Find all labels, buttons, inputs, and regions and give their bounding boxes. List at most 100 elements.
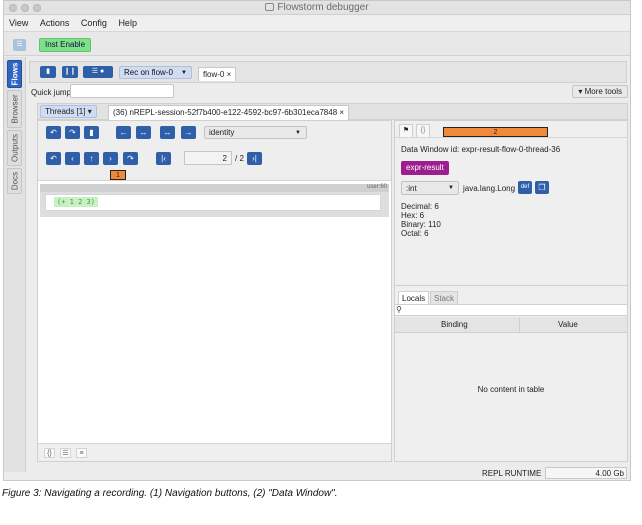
chevron-down-icon: ▼ — [448, 185, 454, 191]
quick-jump-input[interactable] — [70, 84, 174, 98]
step-next-button[interactable]: › — [103, 152, 118, 165]
tab-flows-label: Flows — [10, 62, 19, 86]
redo-nav-button[interactable]: ↷ — [65, 126, 80, 139]
expr-code[interactable]: (+ 1 2 3) — [54, 197, 98, 207]
window-title: Flowstorm debugger — [4, 2, 630, 13]
data-window-pane: ⚑ {} 2 Data Window id: expr-result-flow-… — [394, 120, 628, 462]
runtime-label: RUNTIME — [504, 469, 542, 478]
first-step-button[interactable]: |‹ — [156, 152, 171, 165]
code-form: (+ 1 2 3) — [45, 194, 381, 211]
threads-bar: Threads [1] ▾ (36) nREPL-session-52f7b40… — [37, 103, 628, 120]
rec-flow-label: Rec on flow-0 — [124, 68, 173, 77]
flag-icon[interactable]: ⚑ — [399, 124, 413, 137]
step-index-input[interactable]: 2 — [184, 151, 232, 165]
quick-jump-label: Quick jump: — [31, 88, 74, 97]
tab-docs-label: Docs — [10, 171, 19, 191]
repl-status: REPL RUNTIME — [482, 469, 541, 478]
code-view-switcher: {} ☰ ≡ — [38, 443, 391, 461]
same-fn-call-button[interactable]: ↔ — [136, 126, 151, 139]
locals-search-input[interactable]: ⚲ — [395, 304, 627, 316]
tab-flows[interactable]: Flows — [7, 60, 22, 88]
data-window-tabs: ⚑ {} 2 — [395, 121, 627, 138]
column-divider — [519, 317, 520, 333]
last-step-button[interactable]: ›| — [247, 152, 262, 165]
decimal-value: Decimal: 6 — [401, 202, 439, 211]
rec-flow-select[interactable]: Rec on flow-0 ▼ — [119, 66, 192, 79]
record-settings-button[interactable]: ☰ ● — [83, 66, 113, 78]
step-prev-button[interactable]: ‹ — [65, 152, 80, 165]
figure-caption: Figure 3: Navigating a recording. (1) Na… — [2, 488, 338, 499]
memory-usage: 4.00 Gb — [545, 467, 627, 479]
fn-select[interactable]: identity ▼ — [204, 126, 307, 139]
empty-table-message: No content in table — [477, 385, 545, 394]
left-vertical-tabs: Flows Browser Outputs Docs — [4, 57, 26, 472]
code-view-icon[interactable]: {} — [44, 448, 55, 458]
step-back-out-button[interactable]: ↶ — [46, 152, 61, 165]
def-button[interactable]: def — [518, 181, 532, 194]
menu-bar: View Actions Config Help — [4, 15, 630, 32]
step-forward-out-button[interactable]: ↷ — [123, 152, 138, 165]
inst-enable-button[interactable]: Inst Enable — [39, 38, 92, 52]
threads-menu-button[interactable]: Threads [1] ▾ — [40, 105, 97, 118]
locals-panel: Locals Stack ⚲ Binding Value No content … — [395, 285, 627, 461]
menu-view[interactable]: View — [4, 15, 32, 28]
step-out-button[interactable]: ↑ — [84, 152, 99, 165]
octal-value: Octal: 6 — [401, 229, 429, 238]
tab-browser[interactable]: Browser — [7, 90, 22, 128]
hex-value: Hex: 6 — [401, 211, 425, 220]
prev-fn-call-button[interactable]: ← — [116, 126, 131, 139]
callout-1: 1 — [110, 170, 126, 180]
tab-docs[interactable]: Docs — [7, 168, 22, 194]
undo-nav-button[interactable]: ↶ — [46, 126, 61, 139]
more-tools-button[interactable]: ▾ More tools — [572, 85, 628, 98]
code-pane: ↶ ↷ ▮ ← ↔ ↔ → identity ▼ ↶ ‹ ↑ › ↷ |‹ 2 /… — [37, 120, 392, 462]
menu-actions[interactable]: Actions — [35, 15, 74, 28]
col-value[interactable]: Value — [558, 320, 578, 329]
callout-2: 2 — [443, 127, 548, 137]
title-bar: Flowstorm debugger — [4, 1, 630, 15]
binary-value: Binary: 110 — [401, 220, 441, 229]
tab-outputs[interactable]: Outputs — [7, 130, 22, 166]
menu-help[interactable]: Help — [113, 15, 141, 28]
expr-result-button[interactable]: expr-result — [401, 161, 449, 175]
value-type: java.lang.Long — [463, 184, 516, 193]
fn-select-value: identity — [209, 128, 235, 137]
chevron-down-icon: ▼ — [295, 130, 301, 136]
form-location: user:60 — [366, 184, 387, 190]
braces-icon[interactable]: {} — [416, 124, 430, 137]
repl-label: REPL — [482, 469, 503, 478]
pause-button[interactable]: ❙❙ — [62, 66, 78, 78]
data-window-id: Data Window id: expr-result-flow-0-threa… — [401, 145, 561, 154]
task-list-icon[interactable]: ☰ — [13, 39, 26, 51]
tab-session[interactable]: (36) nREPL-session-52f7b400-e122-4592-bc… — [108, 105, 350, 120]
tree-view-icon[interactable]: ☰ — [60, 448, 71, 458]
window-title-text: Flowstorm debugger — [277, 2, 369, 13]
locals-table-header: Binding Value — [395, 317, 627, 333]
flows-panel: ▮ ❙❙ ☰ ● Rec on flow-0 ▼ flow-0 × Quick j… — [29, 59, 629, 464]
status-bar: REPL RUNTIME 4.00 Gb — [4, 466, 630, 480]
search-icon: ⚲ — [396, 305, 402, 314]
list-view-icon[interactable]: ≡ — [76, 448, 87, 458]
step-over-button[interactable]: ↔ — [160, 126, 175, 139]
tab-locals[interactable]: Locals — [398, 291, 430, 304]
menu-config[interactable]: Config — [76, 15, 111, 28]
tab-flow-0[interactable]: flow-0 × — [198, 67, 237, 81]
app-window: Flowstorm debugger View Actions Config H… — [3, 0, 631, 481]
tab-outputs-label: Outputs — [10, 133, 19, 163]
next-fn-call-button[interactable]: → — [181, 126, 196, 139]
copy-icon[interactable]: ❐ — [535, 181, 549, 194]
main-toolbar: ☰ Inst Enable — [4, 32, 630, 56]
chevron-down-icon: ▼ — [181, 70, 187, 76]
col-binding[interactable]: Binding — [441, 320, 468, 329]
type-select[interactable]: :int ▼ — [401, 181, 459, 195]
navigation-controls: ↶ ↷ ▮ ← ↔ ↔ → identity ▼ ↶ ‹ ↑ › ↷ |‹ 2 /… — [38, 121, 391, 181]
delete-flow-button[interactable]: ▮ — [40, 66, 56, 78]
type-select-value: :int — [406, 184, 417, 193]
code-header: user:60 — [40, 184, 389, 192]
tab-browser-label: Browser — [10, 94, 19, 124]
step-index-total: / 2 — [235, 154, 244, 163]
bookmark-button[interactable]: ▮ — [84, 126, 99, 139]
code-area: user:60 (+ 1 2 3) — [40, 184, 389, 217]
tab-stack[interactable]: Stack — [430, 291, 459, 304]
app-icon — [265, 3, 275, 11]
